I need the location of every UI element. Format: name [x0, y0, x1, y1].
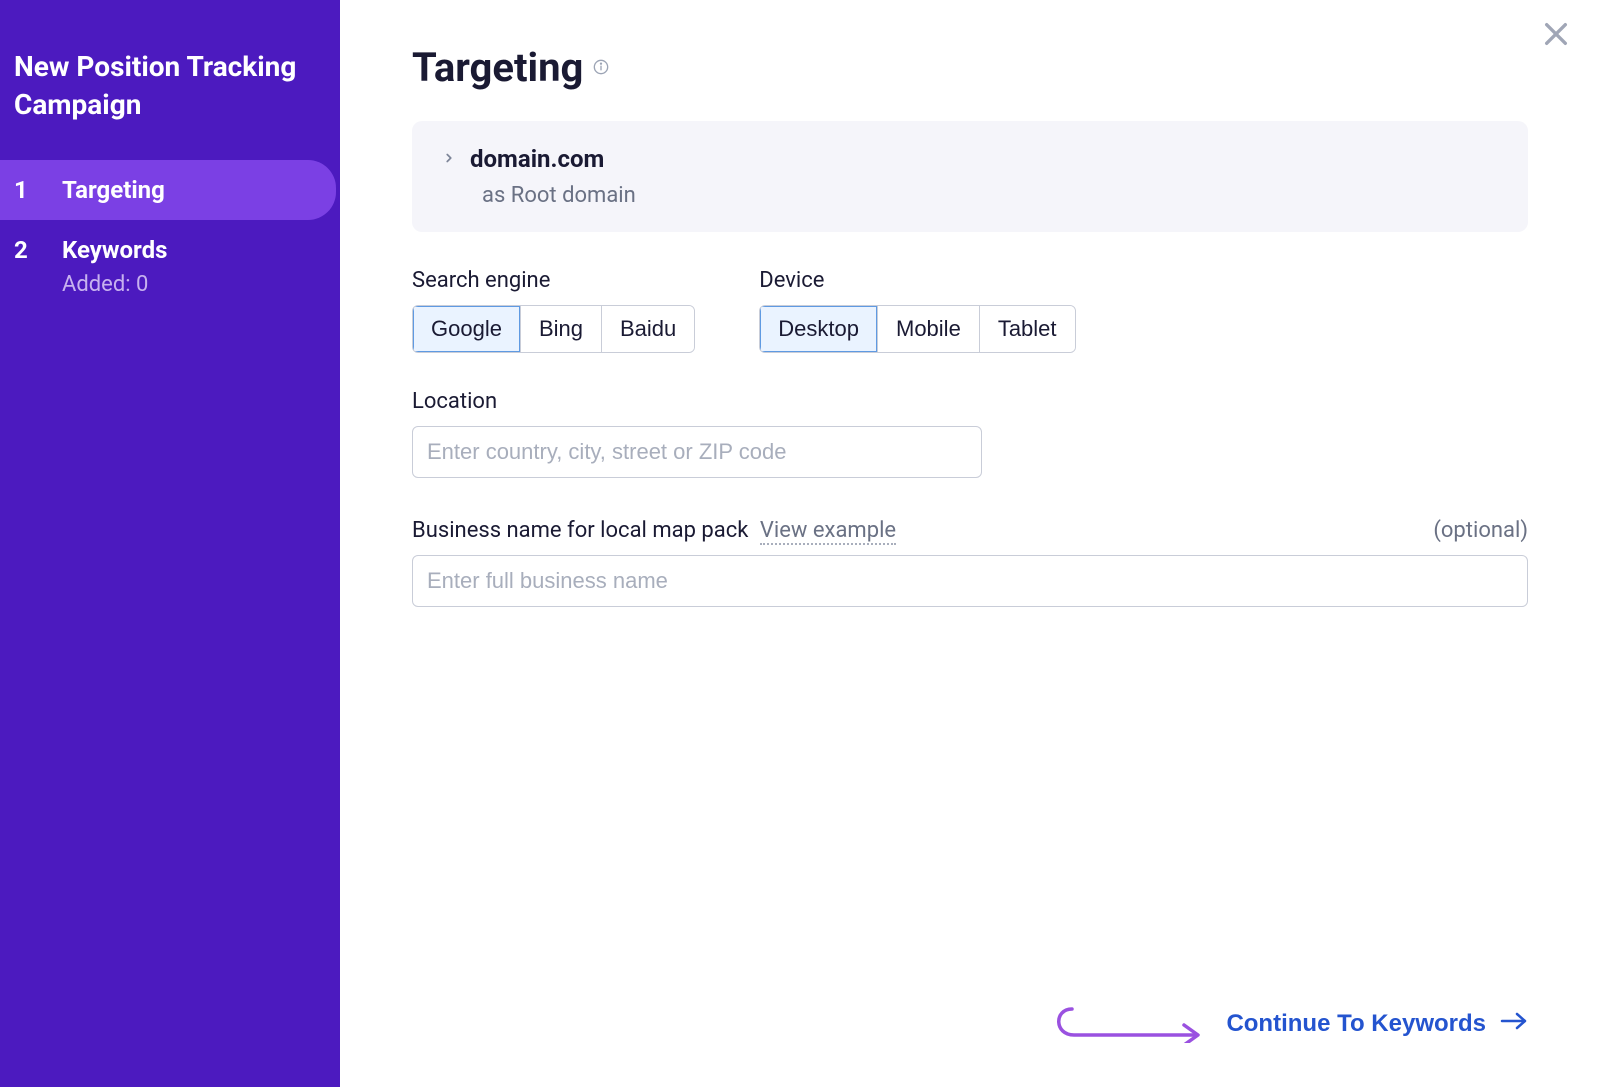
- continue-label: Continue To Keywords: [1226, 1010, 1486, 1038]
- info-icon[interactable]: [593, 56, 609, 80]
- sidebar-item-keywords[interactable]: 2 Keywords Added: 0: [0, 220, 340, 313]
- close-icon[interactable]: [1540, 18, 1572, 54]
- domain-type: as Root domain: [482, 183, 1498, 208]
- search-engine-bing[interactable]: Bing: [521, 306, 602, 352]
- sidebar-title: New Position Tracking Campaign: [0, 48, 340, 160]
- device-label: Device: [759, 268, 1075, 293]
- business-label: Business name for local map pack View ex…: [412, 518, 896, 543]
- business-group: Business name for local map pack View ex…: [412, 518, 1528, 607]
- footer: Continue To Keywords: [412, 973, 1528, 1087]
- sidebar-item-sub: Added: 0: [62, 272, 167, 297]
- domain-name: domain.com: [470, 145, 604, 173]
- main-content: Targeting domain.com as Root domain Sear…: [340, 0, 1600, 1087]
- sidebar-item-targeting[interactable]: 1 Targeting: [0, 160, 336, 220]
- business-name-input[interactable]: [412, 555, 1528, 607]
- annotation-arrow-icon: [1048, 1001, 1208, 1047]
- optional-label: (optional): [1433, 518, 1528, 543]
- sidebar-item-label: Keywords: [62, 236, 167, 264]
- sidebar: New Position Tracking Campaign 1 Targeti…: [0, 0, 340, 1087]
- business-label-text: Business name for local map pack: [412, 518, 748, 543]
- search-engine-group: Search engine Google Bing Baidu: [412, 268, 695, 353]
- location-input[interactable]: [412, 426, 982, 478]
- sidebar-item-number: 2: [14, 236, 34, 264]
- location-group: Location: [412, 389, 1528, 478]
- page-title-text: Targeting: [412, 44, 583, 91]
- continue-button[interactable]: Continue To Keywords: [1226, 1010, 1528, 1038]
- search-engine-label: Search engine: [412, 268, 695, 293]
- chevron-right-icon: [442, 149, 456, 170]
- search-engine-google[interactable]: Google: [413, 306, 521, 352]
- page-title: Targeting: [412, 44, 1528, 91]
- device-tablet[interactable]: Tablet: [980, 306, 1075, 352]
- domain-summary[interactable]: domain.com as Root domain: [412, 121, 1528, 232]
- location-label: Location: [412, 389, 1528, 414]
- device-mobile[interactable]: Mobile: [878, 306, 980, 352]
- arrow-right-icon: [1500, 1010, 1528, 1038]
- device-segmented: Desktop Mobile Tablet: [759, 305, 1075, 353]
- search-engine-segmented: Google Bing Baidu: [412, 305, 695, 353]
- view-example-link[interactable]: View example: [760, 518, 896, 545]
- sidebar-item-number: 1: [14, 176, 34, 204]
- device-desktop[interactable]: Desktop: [760, 306, 878, 352]
- sidebar-item-label: Targeting: [62, 176, 165, 204]
- device-group: Device Desktop Mobile Tablet: [759, 268, 1075, 353]
- search-engine-baidu[interactable]: Baidu: [602, 306, 694, 352]
